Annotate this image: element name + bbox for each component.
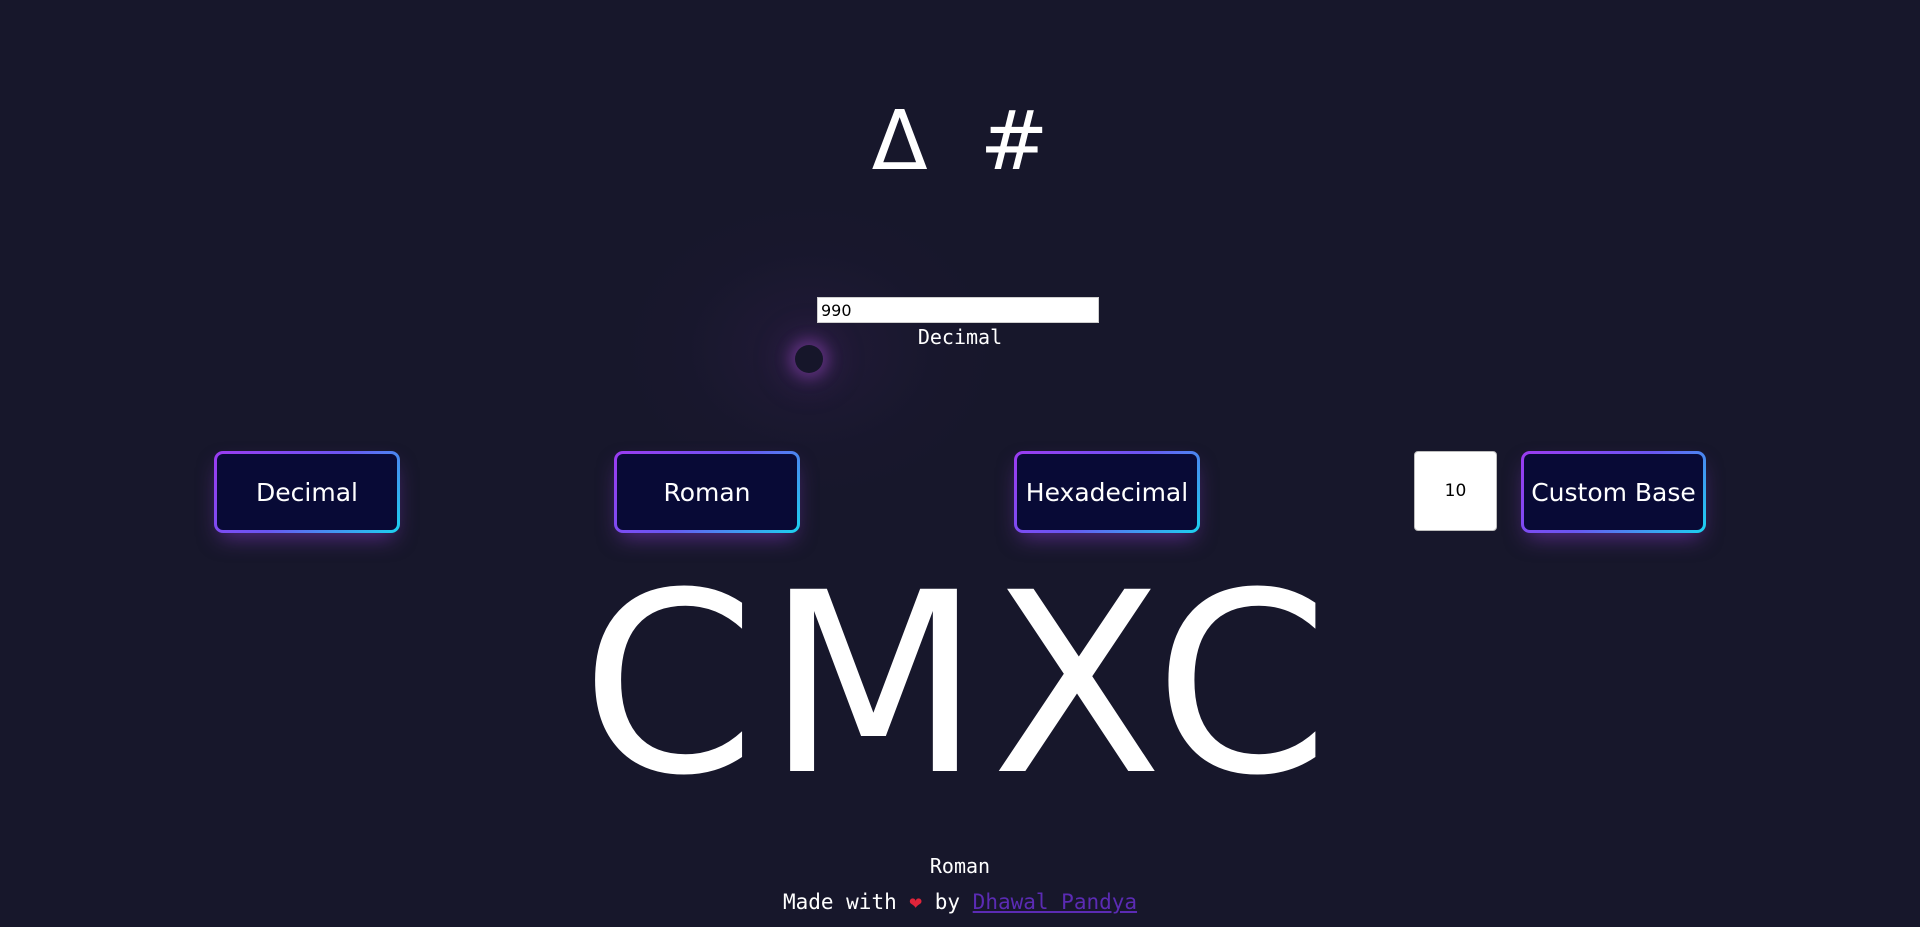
input-type-label: Decimal [917,325,1003,349]
footer: Made with ❤ by Dhawal Pandya [0,890,1920,914]
footer-made-with: Made with [782,890,897,914]
author-link[interactable]: Dhawal Pandya [973,890,1137,914]
page: Δ# Decimal Decimal Roman Hexadecimal Cus… [0,0,1920,927]
number-input[interactable] [817,297,1099,323]
delta-icon: Δ [871,94,928,189]
hexadecimal-button[interactable]: Hexadecimal [1014,451,1200,533]
hash-icon: # [979,94,1049,189]
cursor-follower-dot [795,345,823,373]
roman-button[interactable]: Roman [614,451,800,533]
decimal-button[interactable]: Decimal [214,451,400,533]
heart-icon: ❤ [909,890,923,914]
custom-base-input[interactable] [1414,451,1497,531]
logo: Δ # [0,92,1920,192]
custom-base-button[interactable]: Custom Base [1521,451,1706,533]
result-type-label: Roman [929,854,991,878]
result-value: CMXC [581,539,1339,830]
footer-by: by [934,890,961,914]
